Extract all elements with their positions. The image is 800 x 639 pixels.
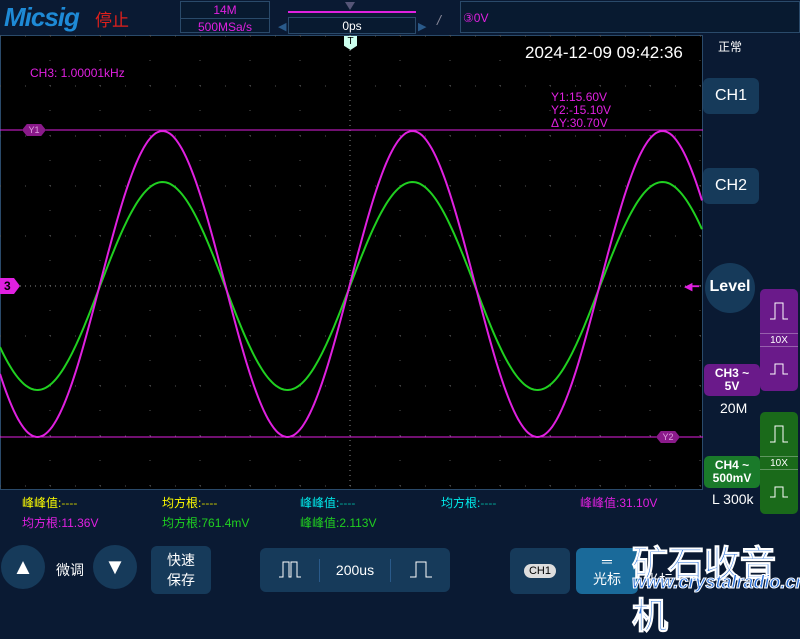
up-button[interactable]: ▲ [1,545,45,589]
timebase-value: 200us [335,562,375,578]
cursor-dy: ΔY:30.70V [551,116,608,130]
ch4-probe: 10X [760,456,798,470]
memory-depth: 14M [213,3,237,17]
left-arrow-icon[interactable]: ◀ [278,20,286,33]
down-arrow-icon: ▼ [104,554,126,579]
measurement-item: 峰峰值:---- [300,496,356,510]
ch3-probe: 10X [760,333,798,347]
measurement-item: 均方根:11.36V [22,516,99,530]
watermark-url: www.crystalradio.cn [631,572,800,593]
timebase-decrease-button[interactable] [260,558,320,582]
ch4-bandwidth: L 300k [712,491,754,507]
measurement-item: 均方根:---- [441,496,497,510]
cursor-y1-marker[interactable]: Y1 [22,124,46,136]
cursor-readout: Y1:15.60V Y2:-15.10V ΔY:30.70V [551,91,611,130]
level-knob[interactable]: Level [705,263,755,313]
channel-select-button[interactable]: CH1 [510,548,570,594]
datetime: 2024-12-09 09:42:36 [525,43,683,62]
trigger-level: 0V [473,11,489,25]
micsig-logo: Micsig [4,2,80,32]
ch3-bandwidth: 20M [720,400,748,416]
memory-position-bar[interactable] [288,11,416,13]
trigger-info[interactable]: ③0V [460,1,800,33]
measurement-item: 峰峰值:2.113V [300,516,377,530]
scale-up-icon[interactable] [760,289,798,333]
down-button[interactable]: ▼ [93,545,137,589]
ch2-button[interactable]: CH2 [703,168,759,204]
trigger-mode[interactable]: 正常 [718,38,742,55]
fine-tune-label: 微调 [56,562,84,578]
sample-rate: 500MSa/s [181,18,269,35]
ch4-scale-panel: 10X [760,412,798,514]
time-position[interactable]: 0ps [288,17,416,34]
up-arrow-icon: ▲ [12,554,34,579]
ch3-scale-panel: 10X [760,289,798,391]
measurement-item: 峰峰值:31.10V [580,496,658,510]
cursor-button[interactable]: ═ 光标 [576,548,638,594]
rising-edge-icon[interactable]: / [437,12,441,28]
trigger-position-icon [345,2,355,10]
timebase-control: 200us [260,548,450,592]
run-status[interactable]: 停止 [95,6,129,31]
ch3-waveform [0,129,703,439]
trigger-source-icon: ③ [463,11,474,25]
ch1-button[interactable]: CH1 [703,78,759,114]
ch3-button[interactable]: CH3 ~5V [704,364,760,396]
scale-down-icon[interactable] [760,470,798,514]
scale-down-icon[interactable] [760,347,798,391]
ch4-button[interactable]: CH4 ~500mV [704,456,760,488]
scale-up-icon[interactable] [760,412,798,456]
trigger-level-marker[interactable]: ◀━ [684,280,699,293]
timebase-increase-button[interactable] [390,558,450,582]
acquisition-info[interactable]: 14M 500MSa/s [180,1,270,35]
frequency-readout: CH3: 1.00001kHz [30,66,125,80]
measurement-item: 均方根:761.4mV [162,516,250,530]
measurement-item: 均方根:---- [162,496,218,510]
measurement-item: 峰峰值:---- [22,496,78,510]
cursor-y2-marker[interactable]: Y2 [656,431,680,443]
right-arrow-icon[interactable]: ▶ [418,20,426,33]
quick-save-button[interactable]: 快速 保存 [151,546,211,594]
cursor-icon: ═ [602,553,612,569]
